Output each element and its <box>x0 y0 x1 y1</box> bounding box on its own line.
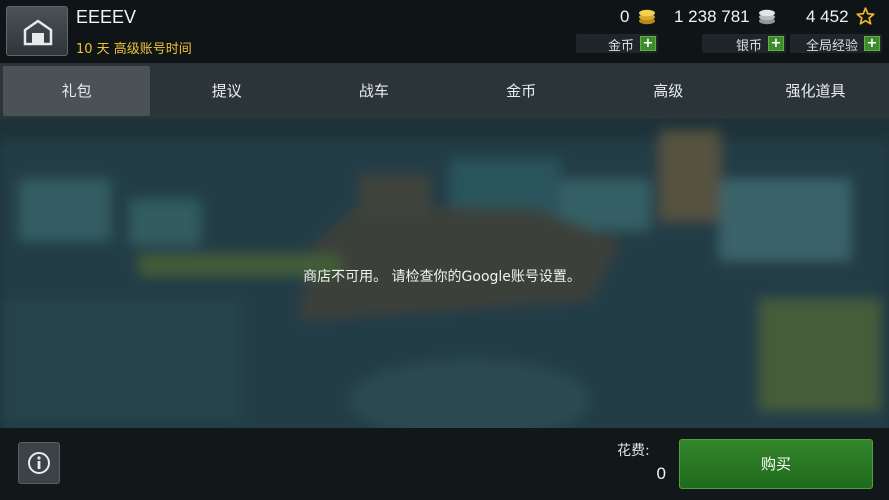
tab-premium[interactable]: 高级 <box>595 63 742 119</box>
add-gold-button[interactable]: + <box>640 36 656 51</box>
xp-add-section: 全局经验 + <box>790 34 882 54</box>
store-unavailable-message: 商店不可用。 请检查你的Google账号设置。 <box>303 269 581 285</box>
info-button[interactable] <box>18 442 60 484</box>
tab-gold[interactable]: 金币 <box>448 63 595 119</box>
top-bar: EEEEV 10 天 高级账号时间 0 1 238 781 4 452 金币 +… <box>0 0 889 64</box>
tab-vehicles[interactable]: 战车 <box>300 63 447 119</box>
tab-packages[interactable]: 礼包 <box>3 66 151 116</box>
cost-label: 花费: <box>617 443 650 459</box>
player-name: EEEEV <box>76 7 137 27</box>
xp-balance: 4 452 <box>806 7 875 27</box>
tab-consumables[interactable]: 强化道具 <box>742 63 889 119</box>
xp-value: 4 452 <box>806 7 849 26</box>
silver-coins-icon <box>759 9 776 25</box>
tab-offers[interactable]: 提议 <box>153 63 300 119</box>
convert-xp-button[interactable]: + <box>864 36 880 51</box>
silver-add-section: 银币 + <box>702 34 786 54</box>
star-icon <box>856 7 875 25</box>
gold-balance: 0 <box>620 7 657 27</box>
gold-add-section: 金币 + <box>576 34 658 54</box>
gold-value: 0 <box>620 7 630 26</box>
premium-time: 10 天 高级账号时间 <box>76 42 192 57</box>
info-icon <box>28 452 50 474</box>
silver-label: 银币 <box>735 39 762 54</box>
gold-coins-icon <box>639 9 656 25</box>
garage-icon <box>23 19 53 46</box>
cost-value: 0 <box>656 464 666 483</box>
bottom-bar: 花费: 0 购买 <box>0 428 889 500</box>
shop-tabs: 礼包 提议 战车 金币 高级 强化道具 <box>0 63 889 119</box>
buy-button[interactable]: 购买 <box>679 439 873 489</box>
add-silver-button[interactable]: + <box>768 36 784 51</box>
garage-button[interactable] <box>6 6 68 56</box>
xp-label: 全局经验 <box>805 39 858 54</box>
silver-value: 1 238 781 <box>674 7 750 26</box>
silver-balance: 1 238 781 <box>674 7 777 27</box>
gold-label: 金币 <box>607 39 634 54</box>
